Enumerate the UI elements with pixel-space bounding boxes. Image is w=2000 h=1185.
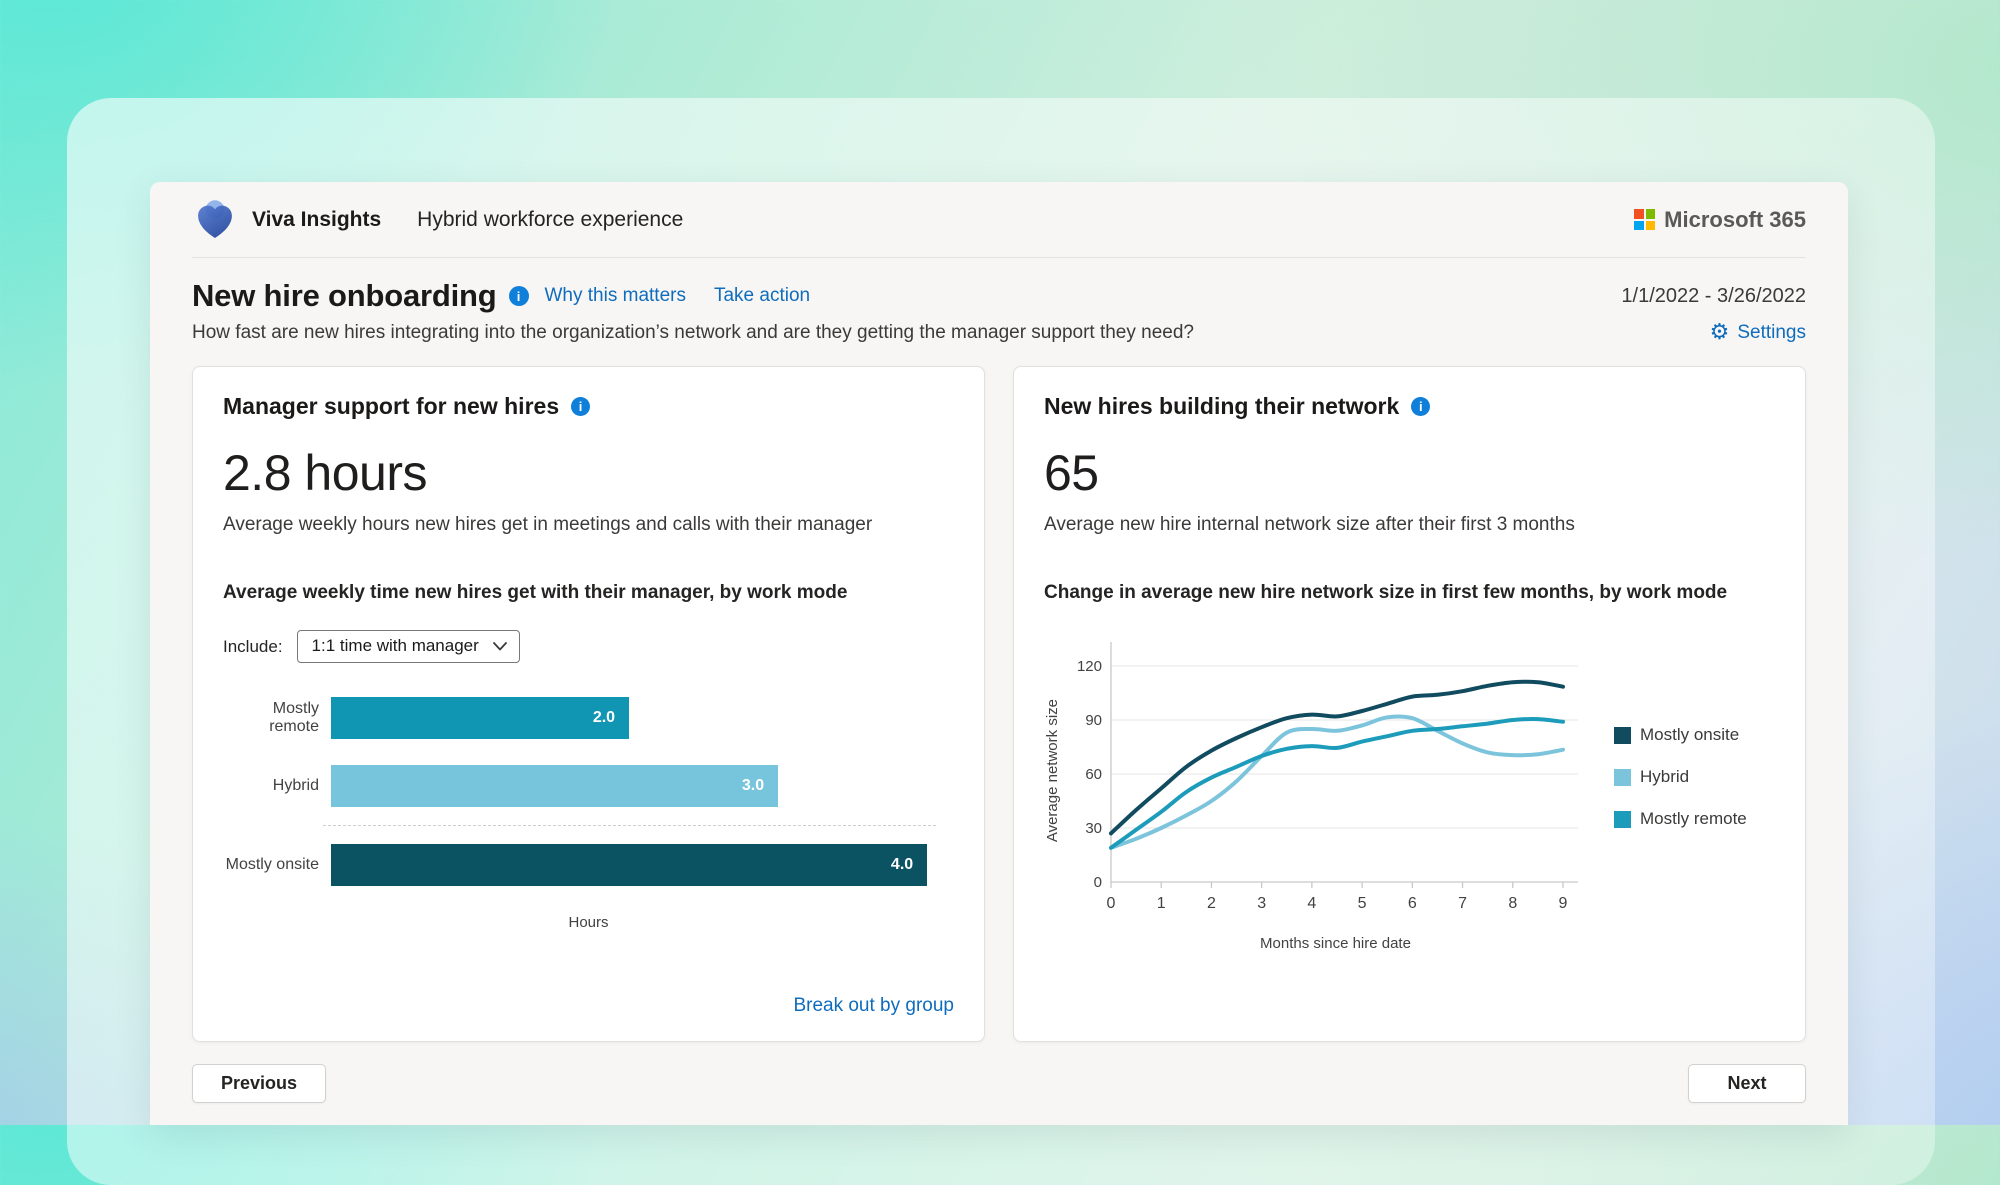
legend-item: Hybrid [1614,767,1747,787]
metric-caption: Average weekly hours new hires get in me… [223,514,954,536]
wizard-footer: Previous Next [150,1042,1848,1103]
brand-name: Microsoft 365 [1664,207,1806,233]
manager-support-card: Manager support for new hires i 2.8 hour… [192,366,985,1042]
legend-swatch [1614,811,1631,828]
bar-value-label: 4.0 [891,856,927,874]
legend-item: Mostly remote [1614,809,1747,829]
legend-label: Hybrid [1640,767,1689,787]
svg-text:60: 60 [1085,766,1102,783]
bar-row: Hybrid 3.0 [223,765,954,807]
bar-value-label: 3.0 [742,777,778,795]
section-title: New hire onboarding [192,278,497,314]
date-range: 1/1/2022 - 3/26/2022 [1621,285,1806,308]
info-icon[interactable]: i [509,286,529,306]
metric-value: 2.8 hours [223,444,954,502]
bar-category-label: Mostly remote [223,700,331,736]
app-header: Viva Insights Hybrid workforce experienc… [192,182,1806,258]
bar-category-label: Hybrid [223,777,331,795]
previous-button[interactable]: Previous [192,1064,326,1103]
gear-icon: ⚙ [1710,322,1730,344]
settings-link[interactable]: Settings [1737,322,1806,344]
bar-row: Mostly onsite 4.0 [223,844,954,886]
info-icon[interactable]: i [571,397,590,416]
include-dropdown[interactable]: 1:1 time with manager [297,630,520,663]
section-header: New hire onboarding i Why this matters T… [150,258,1848,344]
bar-value-label: 2.0 [593,709,629,727]
bar-row: Mostly remote 2.0 [223,697,954,739]
network-card: New hires building their network i 65 Av… [1013,366,1806,1042]
svg-text:2: 2 [1207,895,1216,912]
svg-text:9: 9 [1559,895,1568,912]
bar: 4.0 [331,844,927,886]
metric-caption: Average new hire internal network size a… [1044,514,1775,536]
svg-text:0: 0 [1107,895,1116,912]
next-button[interactable]: Next [1688,1064,1806,1103]
svg-text:1: 1 [1157,895,1166,912]
take-action-link[interactable]: Take action [714,285,810,307]
legend-label: Mostly remote [1640,809,1747,829]
section-description: How fast are new hires integrating into … [192,322,1194,344]
svg-text:7: 7 [1458,895,1467,912]
viva-insights-logo-icon [192,197,238,243]
viva-insights-app: Viva Insights Hybrid workforce experienc… [150,182,1848,1125]
legend-label: Mostly onsite [1640,725,1739,745]
svg-text:0: 0 [1094,874,1102,891]
svg-text:5: 5 [1358,895,1367,912]
break-out-by-group-link[interactable]: Break out by group [793,995,954,1017]
bar-chart: Mostly remote 2.0 Hybrid 3.0 Mostly onsite 4.… [223,697,954,912]
why-this-matters-link[interactable]: Why this matters [545,285,686,307]
card-title: Manager support for new hires [223,393,559,420]
metric-value: 65 [1044,444,1775,502]
svg-text:6: 6 [1408,895,1417,912]
include-dropdown-value: 1:1 time with manager [312,636,479,656]
legend-swatch [1614,769,1631,786]
bar-chart-x-axis-label: Hours [223,914,954,931]
line-chart-area: Average network size 0 30 60 90 120 0 1 2 3 4 5 6 7 8… [1044,630,1775,952]
svg-text:90: 90 [1085,712,1102,729]
line-chart-plot: 0 30 60 90 120 0 1 2 3 4 5 6 7 8 9 [1063,630,1608,930]
line-chart-title: Change in average new hire network size … [1044,582,1775,604]
cards-row: Manager support for new hires i 2.8 hour… [150,344,1848,1042]
microsoft-logo-icon [1634,209,1655,230]
line-chart: 0 30 60 90 120 0 1 2 3 4 5 6 7 8 9 Months since hire d… [1063,630,1608,952]
legend-item: Mostly onsite [1614,725,1747,745]
app-name: Viva Insights [252,208,381,232]
line-chart-x-axis-label: Months since hire date [1063,935,1608,952]
svg-text:3: 3 [1257,895,1266,912]
card-title: New hires building their network [1044,393,1399,420]
bar: 2.0 [331,697,629,739]
svg-text:8: 8 [1508,895,1517,912]
bar: 3.0 [331,765,778,807]
bar-chart-title: Average weekly time new hires get with t… [223,582,954,604]
settings-control[interactable]: ⚙ Settings [1710,322,1806,344]
page-title: Hybrid workforce experience [417,208,683,232]
include-label: Include: [223,637,283,657]
microsoft-365-brand: Microsoft 365 [1634,207,1806,233]
line-chart-y-axis-label: Average network size [1044,699,1061,842]
svg-text:120: 120 [1077,658,1102,675]
legend-swatch [1614,727,1631,744]
line-chart-legend: Mostly onsite Hybrid Mostly remote [1614,725,1747,829]
bar-chart-dashed-divider [323,825,936,826]
chevron-down-icon [493,642,507,651]
svg-text:4: 4 [1307,895,1316,912]
bar-category-label: Mostly onsite [223,856,331,874]
svg-text:30: 30 [1085,820,1102,837]
line-series [1111,682,1563,834]
info-icon[interactable]: i [1411,397,1430,416]
